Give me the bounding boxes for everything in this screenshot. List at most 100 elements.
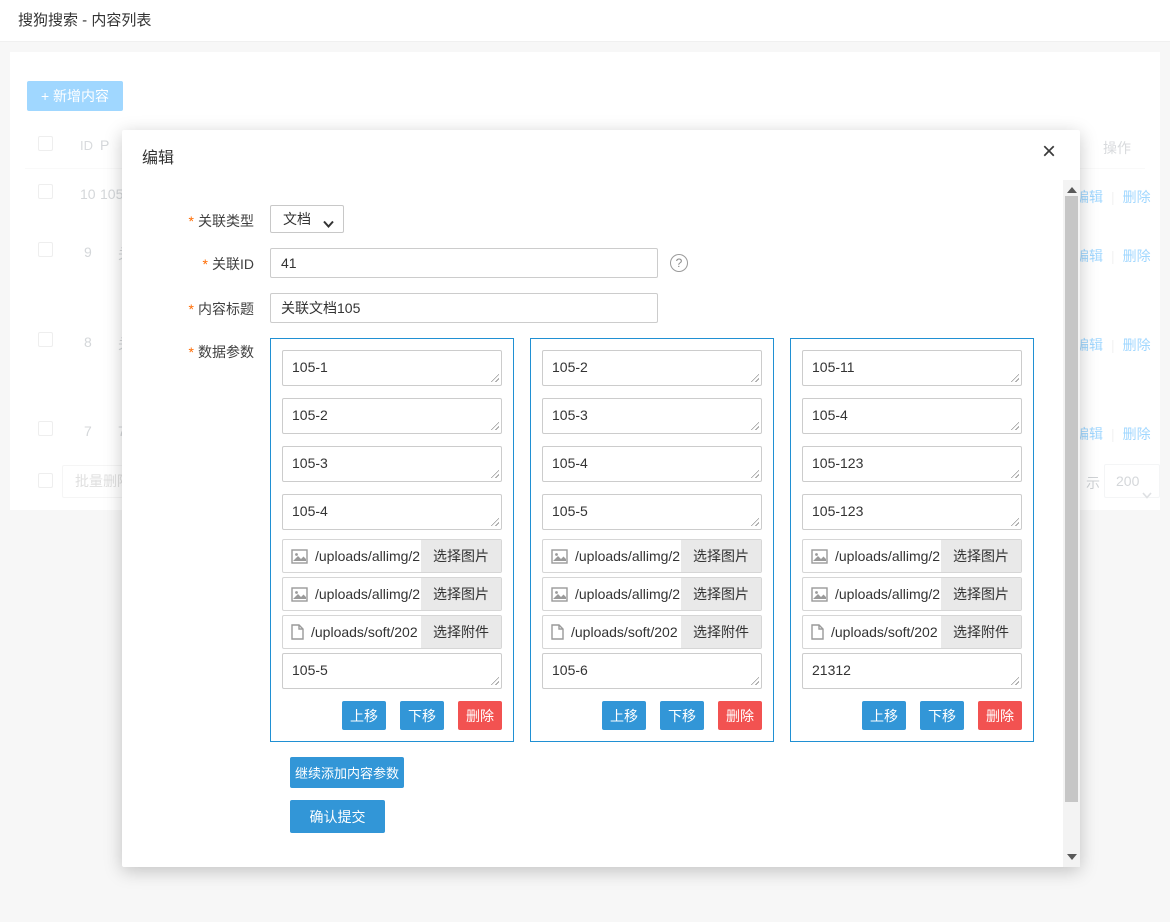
file-path-text: /uploads/soft/202: [571, 624, 681, 640]
param-textarea[interactable]: 105-3: [282, 446, 502, 482]
param-textarea[interactable]: 105-2: [542, 350, 762, 386]
choose-image-button[interactable]: 选择图片: [421, 540, 501, 572]
relation-type-row: *关联类型 文档: [142, 205, 1063, 233]
close-icon[interactable]: ×: [1042, 140, 1056, 164]
image-icon: [551, 549, 568, 564]
param-textarea[interactable]: 105-5: [282, 653, 502, 689]
required-asterisk: *: [203, 256, 208, 272]
help-icon[interactable]: ?: [670, 254, 688, 272]
scrollbar-thumb[interactable]: [1065, 196, 1078, 802]
param-text-field: 105-3: [542, 398, 762, 434]
param-text-field: 105-5: [282, 653, 502, 689]
choose-image-button[interactable]: 选择图片: [681, 578, 761, 610]
param-textarea[interactable]: 105-123: [802, 446, 1022, 482]
required-asterisk: *: [189, 301, 194, 317]
image-upload-row: /uploads/allimg/2 选择图片: [282, 539, 502, 573]
param-textarea[interactable]: 105-3: [542, 398, 762, 434]
file-icon: [291, 624, 304, 640]
move-up-button[interactable]: 上移: [342, 701, 386, 730]
group-actions: 上移 下移 删除: [282, 701, 502, 730]
param-text-field: 105-3: [282, 446, 502, 482]
choose-image-button[interactable]: 选择图片: [941, 578, 1021, 610]
image-icon: [291, 587, 308, 602]
param-text-field: 105-123: [802, 494, 1022, 530]
relation-id-input[interactable]: [270, 248, 658, 278]
modal-scrollbar[interactable]: [1063, 180, 1080, 867]
param-text-field: 105-2: [542, 350, 762, 386]
relation-type-select[interactable]: 文档: [270, 205, 344, 233]
modal-body: *关联类型 文档 *关联ID ? *内容标题 *数据参数: [122, 180, 1063, 867]
param-groups: 105-1 105-2 105-3 105-4 /uploads/allimg/…: [270, 338, 1034, 742]
delete-group-button[interactable]: 删除: [458, 701, 502, 730]
param-text-field: 105-4: [282, 494, 502, 530]
move-up-button[interactable]: 上移: [602, 701, 646, 730]
file-path-text: /uploads/soft/202: [311, 624, 421, 640]
content-title-label: *内容标题: [142, 293, 254, 323]
delete-group-button[interactable]: 删除: [718, 701, 762, 730]
param-textarea[interactable]: 105-4: [802, 398, 1022, 434]
param-textarea[interactable]: 105-4: [542, 446, 762, 482]
param-text-field: 105-4: [542, 446, 762, 482]
move-up-button[interactable]: 上移: [862, 701, 906, 730]
file-upload-row: /uploads/soft/202 选择附件: [282, 615, 502, 649]
chevron-down-icon: [323, 215, 334, 233]
param-group: 105-11 105-4 105-123 105-123 /uploads/al…: [790, 338, 1034, 742]
choose-file-button[interactable]: 选择附件: [681, 616, 761, 648]
topbar: 搜狗搜索 - 内容列表: [0, 0, 1170, 42]
choose-image-button[interactable]: 选择图片: [941, 540, 1021, 572]
relation-id-label: *关联ID: [142, 248, 254, 278]
param-textarea[interactable]: 105-4: [282, 494, 502, 530]
file-upload-row: /uploads/soft/202 选择附件: [542, 615, 762, 649]
modal-title: 编辑: [142, 144, 174, 168]
image-upload-row: /uploads/allimg/2 选择图片: [542, 539, 762, 573]
content-title-input[interactable]: [270, 293, 658, 323]
image-upload-row: /uploads/allimg/2 选择图片: [802, 577, 1022, 611]
param-group: 105-2 105-3 105-4 105-5 /uploads/allimg/…: [530, 338, 774, 742]
relation-type-label: *关联类型: [142, 205, 254, 233]
required-asterisk: *: [189, 213, 194, 229]
file-upload-row: /uploads/soft/202 选择附件: [802, 615, 1022, 649]
content-title-row: *内容标题: [142, 293, 1063, 323]
param-text-field: 105-1: [282, 350, 502, 386]
group-actions: 上移 下移 删除: [542, 701, 762, 730]
file-icon: [811, 624, 824, 640]
image-icon: [291, 549, 308, 564]
param-text-field: 105-4: [802, 398, 1022, 434]
data-params-row: *数据参数 105-1 105-2 105-3 105-4 /uploads/a…: [142, 338, 1063, 742]
choose-image-button[interactable]: 选择图片: [421, 578, 501, 610]
image-path-text: /uploads/allimg/2: [835, 586, 941, 602]
param-textarea[interactable]: 105-123: [802, 494, 1022, 530]
param-text-field: 105-6: [542, 653, 762, 689]
param-textarea[interactable]: 105-5: [542, 494, 762, 530]
param-textarea[interactable]: 21312: [802, 653, 1022, 689]
param-text-field: 105-2: [282, 398, 502, 434]
choose-image-button[interactable]: 选择图片: [681, 540, 761, 572]
data-params-label: *数据参数: [142, 338, 254, 742]
required-asterisk: *: [189, 344, 194, 360]
image-icon: [551, 587, 568, 602]
scroll-up-arrow-icon[interactable]: [1067, 187, 1077, 193]
param-text-field: 105-11: [802, 350, 1022, 386]
edit-modal: 编辑 × *关联类型 文档 *关联ID ? *内容标题 *数据参数: [122, 130, 1080, 867]
image-path-text: /uploads/allimg/2: [315, 548, 421, 564]
relation-type-value: 文档: [283, 206, 311, 232]
submit-button[interactable]: 确认提交: [290, 800, 385, 833]
param-textarea[interactable]: 105-11: [802, 350, 1022, 386]
add-more-params-button[interactable]: 继续添加内容参数: [290, 757, 404, 788]
move-down-button[interactable]: 下移: [920, 701, 964, 730]
param-textarea[interactable]: 105-2: [282, 398, 502, 434]
image-path-text: /uploads/allimg/2: [575, 586, 681, 602]
delete-group-button[interactable]: 删除: [978, 701, 1022, 730]
param-textarea[interactable]: 105-6: [542, 653, 762, 689]
move-down-button[interactable]: 下移: [660, 701, 704, 730]
scroll-down-arrow-icon[interactable]: [1067, 854, 1077, 860]
image-upload-row: /uploads/allimg/2 选择图片: [802, 539, 1022, 573]
param-textarea[interactable]: 105-1: [282, 350, 502, 386]
param-text-field: 105-5: [542, 494, 762, 530]
choose-file-button[interactable]: 选择附件: [421, 616, 501, 648]
choose-file-button[interactable]: 选择附件: [941, 616, 1021, 648]
image-path-text: /uploads/allimg/2: [575, 548, 681, 564]
file-icon: [551, 624, 564, 640]
image-upload-row: /uploads/allimg/2 选择图片: [542, 577, 762, 611]
move-down-button[interactable]: 下移: [400, 701, 444, 730]
